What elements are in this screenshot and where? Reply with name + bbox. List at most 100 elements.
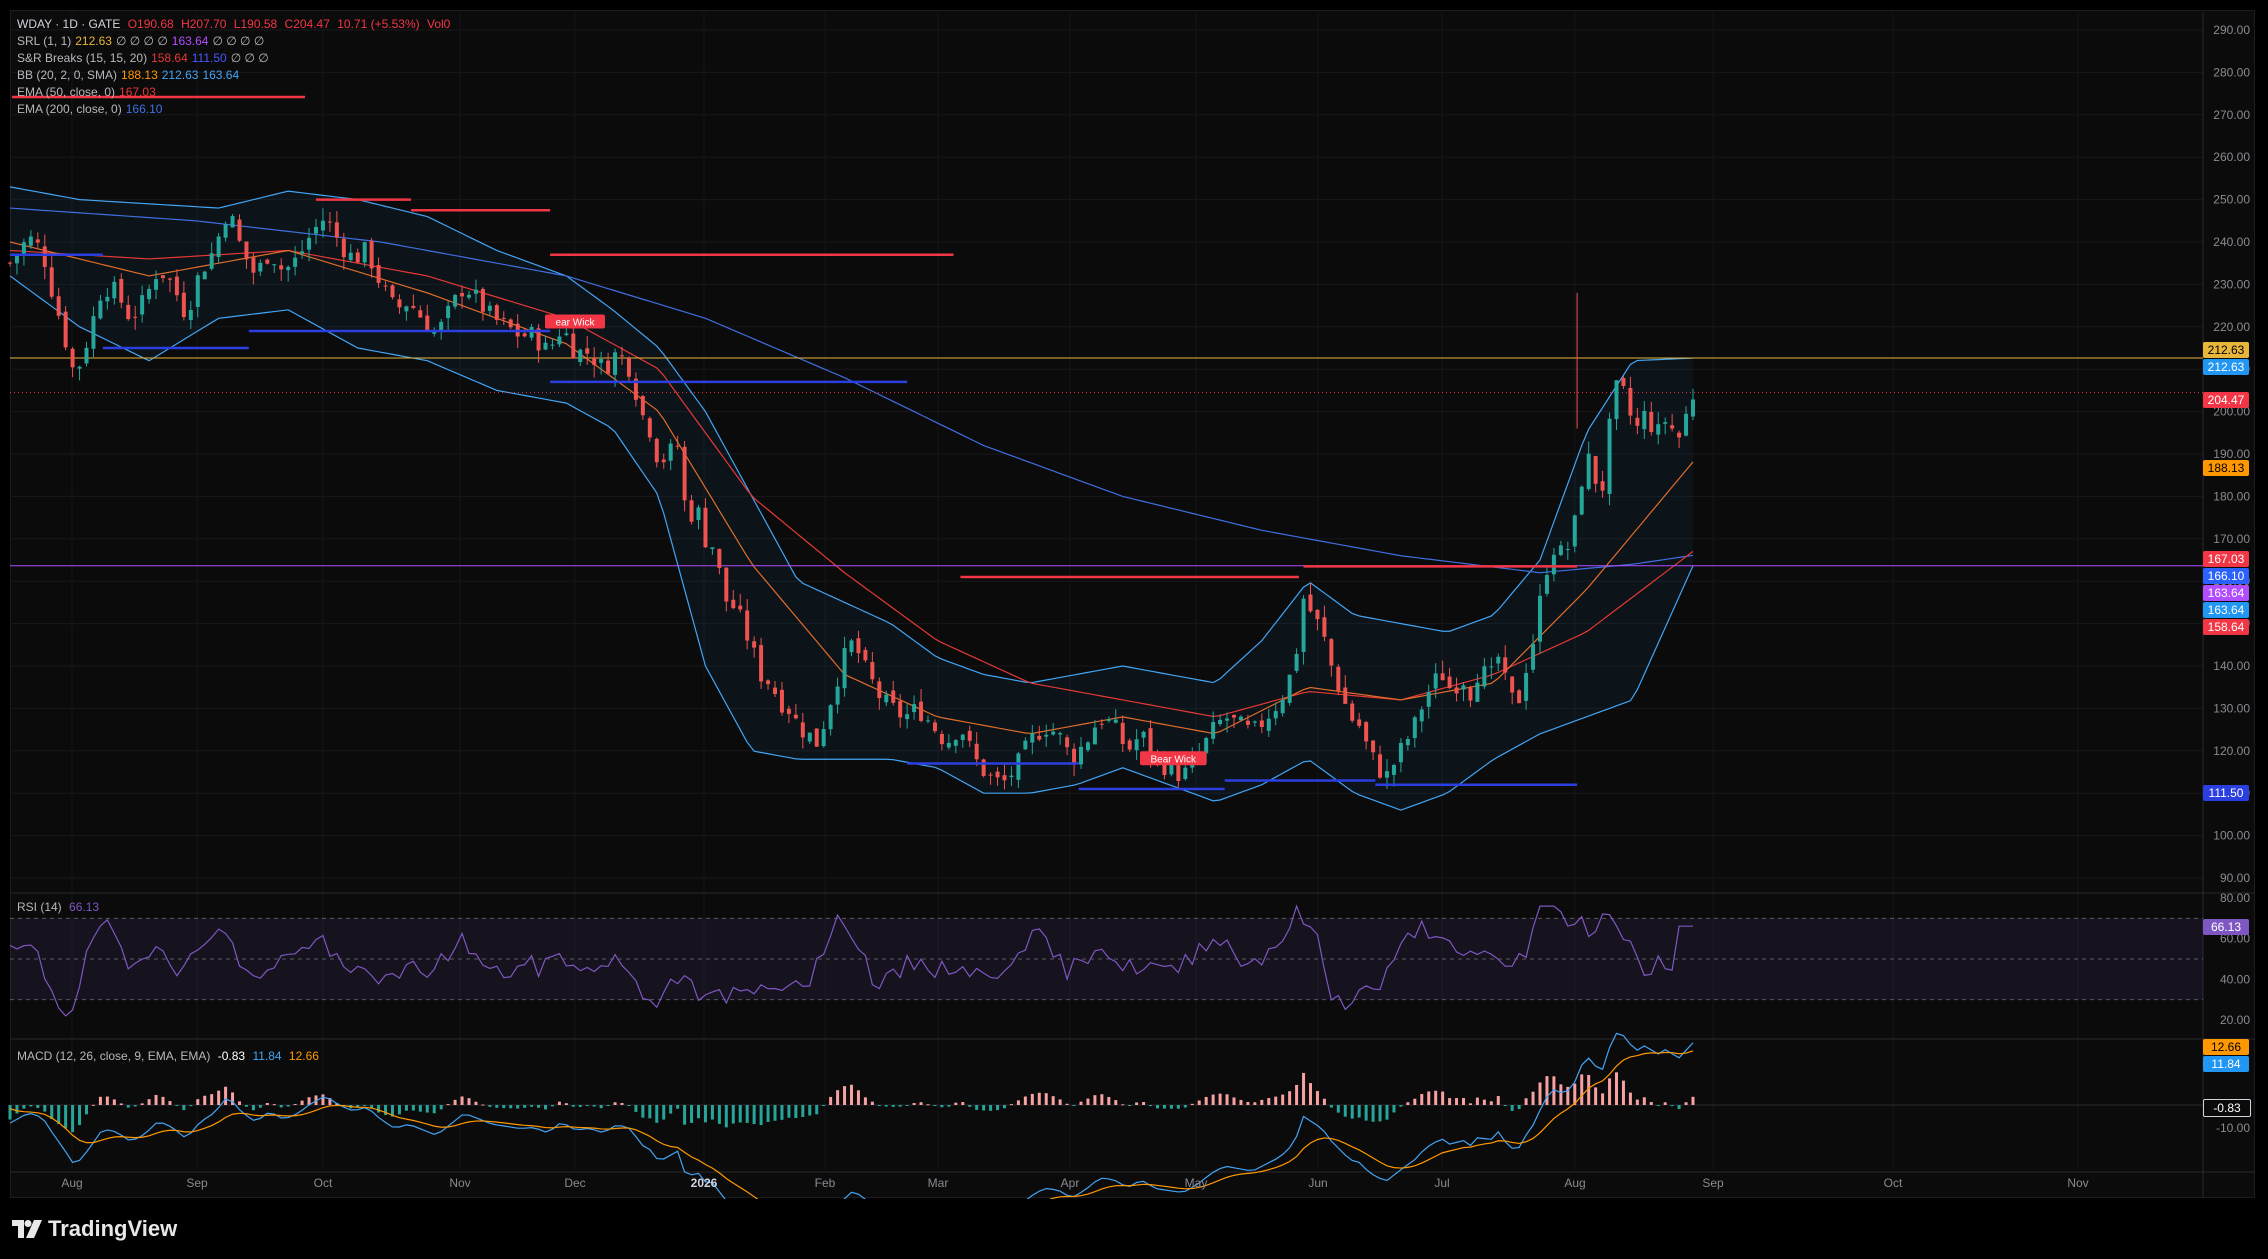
- candle-body: [731, 599, 736, 609]
- candle-body: [564, 333, 569, 336]
- macd-histogram-bar: [940, 1105, 944, 1108]
- indicator-name: SRL (1, 1): [17, 34, 72, 48]
- macd-histogram-bar: [1225, 1094, 1229, 1105]
- macd-histogram-bar: [1295, 1084, 1299, 1105]
- macd-histogram-bar: [1621, 1080, 1625, 1105]
- macd-histogram-bar: [22, 1105, 26, 1109]
- candle-body: [877, 681, 882, 699]
- rsi-name: RSI (14): [17, 900, 62, 914]
- candle-body: [738, 605, 743, 610]
- macd-histogram-bar: [481, 1104, 485, 1106]
- price-axis-tag: 163.64: [2203, 602, 2249, 618]
- indicator-legend-row[interactable]: EMA (200, close, 0) 166.10: [17, 101, 166, 117]
- candle-body: [362, 242, 367, 263]
- price-axis-tag: 212.63: [2203, 359, 2249, 375]
- macd-histogram-bar: [863, 1097, 867, 1105]
- macd-histogram-bar: [425, 1105, 429, 1113]
- candle-body: [1266, 718, 1271, 731]
- candle-body: [1002, 775, 1007, 781]
- macd-histogram-bar: [140, 1103, 144, 1105]
- indicator-legend-row[interactable]: S&R Breaks (15, 15, 20) 158.64 111.50 ∅ ∅ ∅: [17, 50, 273, 66]
- price-axis-tag: 166.10: [2203, 568, 2249, 584]
- macd-histogram-bar: [822, 1105, 826, 1106]
- symbol-title[interactable]: WDAY · 1D · GATE: [17, 17, 120, 31]
- macd-histogram-bar: [1149, 1105, 1153, 1107]
- candle-body: [77, 366, 82, 369]
- y-tick-label: 180.00: [2213, 489, 2250, 503]
- macd-histogram-bar: [1016, 1100, 1020, 1105]
- macd-histogram-bar: [432, 1105, 436, 1114]
- candle-body: [1092, 727, 1097, 745]
- candle-body: [724, 567, 729, 602]
- macd-histogram-bar: [502, 1105, 506, 1109]
- rsi-value: 66.13: [69, 900, 100, 914]
- candle-body: [383, 285, 388, 287]
- candle-body: [717, 548, 722, 568]
- macd-histogram-bar: [217, 1090, 221, 1105]
- candle-body: [1593, 456, 1598, 484]
- candle-body: [216, 236, 221, 258]
- macd-histogram-bar: [8, 1105, 12, 1120]
- macd-histogram-bar: [98, 1096, 102, 1105]
- candle-body: [1127, 740, 1132, 750]
- macd-histogram-bar: [745, 1105, 749, 1123]
- indicator-legend-row[interactable]: EMA (50, close, 0) 167.03: [17, 84, 160, 100]
- macd-histogram-bar: [105, 1096, 109, 1105]
- candle-body: [1099, 723, 1104, 725]
- chart-canvas[interactable]: ear WickBear Wick 90.00100.00110.00120.0…: [0, 0, 2268, 1199]
- candle-body: [119, 278, 124, 303]
- candle-body: [1475, 682, 1480, 702]
- macd-histogram-bar: [1594, 1087, 1598, 1105]
- macd-histogram-bar: [279, 1105, 283, 1108]
- macd-histogram-bar: [975, 1105, 979, 1110]
- y-tick-label: 250.00: [2213, 193, 2250, 207]
- candle-body: [891, 690, 896, 703]
- candle-body: [1398, 742, 1403, 763]
- macd-histogram-bar: [224, 1086, 228, 1105]
- candle-body: [161, 275, 165, 279]
- candle-body: [1426, 691, 1431, 707]
- candle-body: [814, 728, 819, 747]
- candle-body: [1204, 737, 1209, 754]
- macd-histogram-bar: [1628, 1092, 1632, 1105]
- indicator-legend-row[interactable]: SRL (1, 1) 212.63 ∅ ∅ ∅ ∅ 163.64 ∅ ∅ ∅ ∅: [17, 33, 268, 49]
- macd-histogram-bar: [523, 1105, 527, 1108]
- candle-body: [1405, 738, 1410, 746]
- candle-body: [1336, 666, 1341, 691]
- candle-body: [1085, 742, 1090, 751]
- indicator-legend-row[interactable]: BB (20, 2, 0, SMA) 188.13 212.63 163.64: [17, 67, 243, 83]
- candle-body: [56, 296, 61, 316]
- macd-histogram-bar: [1030, 1093, 1034, 1105]
- macd-histogram-bar: [683, 1105, 687, 1125]
- macd-histogram-bar: [564, 1103, 568, 1105]
- candle-body: [508, 319, 513, 328]
- candle-body: [773, 687, 777, 694]
- indicator-value: ∅ ∅ ∅: [230, 51, 269, 65]
- candle-body: [1037, 735, 1042, 740]
- macd-histogram-bar: [613, 1102, 617, 1105]
- tradingview-logo[interactable]: TradingView: [12, 1216, 177, 1242]
- macd-histogram-bar: [377, 1105, 381, 1113]
- macd-histogram-bar: [1329, 1105, 1333, 1108]
- macd-histogram-bar: [1197, 1100, 1201, 1105]
- x-tick-label: Nov: [2067, 1176, 2088, 1190]
- ohlc-high: H207.70: [181, 17, 227, 31]
- price-axis-tag: 158.64: [2203, 619, 2249, 635]
- x-tick-label: 2026: [691, 1176, 718, 1190]
- x-tick-label: Feb: [815, 1176, 836, 1190]
- candle-body: [126, 304, 131, 320]
- macd-histogram-bar: [404, 1105, 408, 1111]
- candle-body: [1350, 703, 1355, 721]
- macd-histogram-bar: [1649, 1102, 1653, 1105]
- x-tick-label: Jul: [1434, 1176, 1449, 1190]
- macd-legend[interactable]: MACD (12, 26, close, 9, EMA, EMA) -0.83 …: [17, 1048, 323, 1064]
- indicator-name: EMA (200, close, 0): [17, 102, 122, 116]
- indicator-value: 212.63: [75, 34, 112, 48]
- macd-histogram-bar: [196, 1099, 200, 1105]
- rsi-legend[interactable]: RSI (14) 66.13: [17, 899, 103, 915]
- macd-histogram-bar: [1608, 1078, 1612, 1105]
- macd-histogram-bar: [585, 1105, 589, 1106]
- macd-histogram-bar: [752, 1105, 756, 1125]
- candle-body: [1412, 717, 1417, 739]
- macd-histogram-bar: [599, 1105, 603, 1109]
